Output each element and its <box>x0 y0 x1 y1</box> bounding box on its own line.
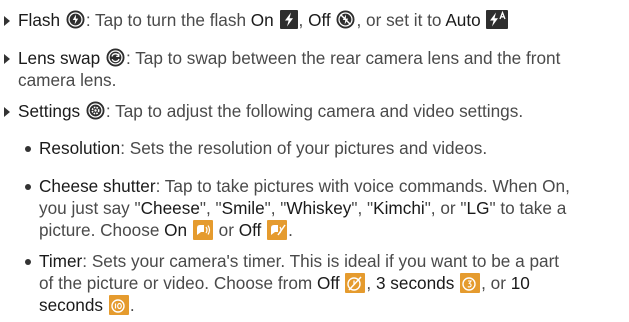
cheese-text: or <box>213 220 239 240</box>
lens-swap-line-2: camera lens. <box>18 70 116 91</box>
bullet-triangle <box>4 107 10 117</box>
timer-10-icon <box>108 295 129 320</box>
flash-on-label: On <box>250 10 274 30</box>
lens-swap-icon <box>106 48 125 72</box>
timer-desc-1: : Sets your camera's timer. This is idea… <box>82 251 560 271</box>
bullet-triangle <box>4 16 10 26</box>
timer-text: . <box>129 295 135 315</box>
flash-line: Flash : Tap to turn the flash On , Off ,… <box>18 10 509 34</box>
resolution-line: Resolution: Sets the resolution of your … <box>39 138 487 159</box>
timer-text: of the picture or video. Choose from <box>39 273 318 293</box>
flash-icon <box>66 10 85 34</box>
settings-line: Settings : Tap to adjust the following c… <box>18 101 523 125</box>
cheese-shutter-line-3: picture. Choose On or Off . <box>39 220 293 245</box>
cheese-text: " to take a <box>489 198 567 218</box>
cheese-text: ", or " <box>424 198 467 218</box>
cheese-on-label: On <box>164 220 188 240</box>
cheese-off-label: Off <box>238 220 262 240</box>
cheese-shutter-desc-1: : Tap to take pictures with voice comman… <box>155 176 570 196</box>
lens-swap-desc-1: : Tap to swap between the rear camera le… <box>125 48 561 68</box>
cheese-text: picture. Choose <box>39 220 165 240</box>
voice-off-icon <box>267 220 288 245</box>
flash-term: Flash <box>18 10 61 30</box>
settings-term: Settings <box>18 101 81 121</box>
flash-auto-icon <box>486 10 509 34</box>
cheese-text: ", " <box>264 198 287 218</box>
timer-3-icon <box>460 273 481 298</box>
bullet-dot <box>25 259 31 265</box>
flash-on-icon <box>279 10 298 34</box>
timer-text: , <box>366 273 376 293</box>
settings-icon <box>86 101 105 125</box>
bullet-triangle <box>4 54 10 64</box>
cheese-shutter-term: Cheese shutter <box>39 176 156 196</box>
cheese-text: ", " <box>351 198 374 218</box>
settings-desc: : Tap to adjust the following camera and… <box>105 101 524 121</box>
timer-off-label: Off <box>317 273 340 293</box>
lens-swap-line: Lens swap : Tap to swap between the rear… <box>18 48 560 72</box>
timer-term: Timer <box>39 251 83 271</box>
word-lg: LG <box>466 198 490 218</box>
flash-off-label: Off <box>308 10 331 30</box>
timer-text: , or <box>481 273 511 293</box>
flash-off-icon <box>336 10 355 34</box>
timer-line-3: seconds . <box>39 295 135 320</box>
flash-auto-label: Auto <box>445 10 481 30</box>
cheese-text: ", " <box>199 198 222 218</box>
cheese-shutter-line-2: you just say "Cheese", "Smile", "Whiskey… <box>39 198 566 219</box>
flash-desc-1: : Tap to turn the flash <box>85 10 251 30</box>
timer-seconds-label: seconds <box>39 295 104 315</box>
flash-sep-1: , <box>298 10 309 30</box>
cheese-text: you just say " <box>39 198 141 218</box>
word-smile: Smile <box>221 198 265 218</box>
resolution-term: Resolution <box>39 138 121 158</box>
bullet-dot <box>25 184 31 190</box>
lens-swap-term: Lens swap <box>18 48 101 68</box>
word-cheese: Cheese <box>140 198 200 218</box>
word-whiskey: Whiskey <box>286 198 352 218</box>
bullet-dot <box>25 146 31 152</box>
timer-line-1: Timer: Sets your camera's timer. This is… <box>39 251 559 272</box>
voice-on-icon <box>192 220 213 245</box>
timer-10-label: 10 <box>510 273 530 293</box>
cheese-text: . <box>288 220 293 240</box>
cheese-shutter-line-1: Cheese shutter: Tap to take pictures wit… <box>39 176 570 197</box>
word-kimchi: Kimchi <box>373 198 425 218</box>
flash-desc-2: , or set it to <box>356 10 446 30</box>
timer-3-label: 3 seconds <box>375 273 455 293</box>
timer-off-icon <box>345 273 366 298</box>
resolution-desc: : Sets the resolution of your pictures a… <box>120 138 488 158</box>
lens-swap-desc-2: camera lens. <box>18 70 117 90</box>
